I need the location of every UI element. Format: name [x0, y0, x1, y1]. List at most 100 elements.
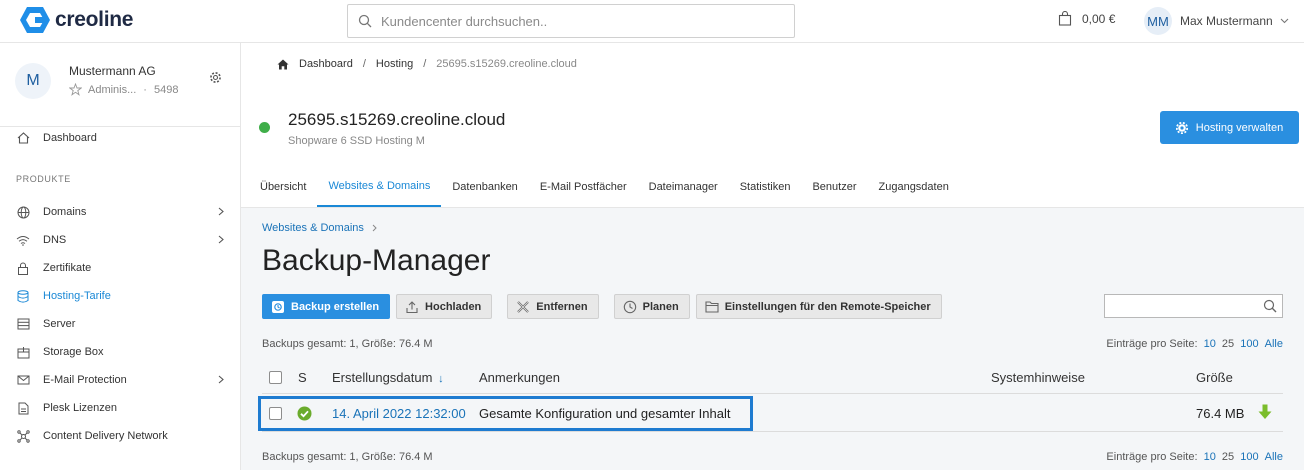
account-role: Adminis... — [88, 83, 137, 96]
cart[interactable]: 0,00 € — [1058, 11, 1115, 26]
network-icon — [16, 429, 30, 443]
per-page-25[interactable]: 25 — [1222, 338, 1234, 350]
breadcrumb-current: 25695.s15269.creoline.cloud — [436, 58, 577, 70]
remove-button[interactable]: Entfernen — [507, 294, 599, 319]
create-backup-button[interactable]: Backup erstellen — [262, 294, 391, 319]
chevron-right-icon — [218, 375, 224, 384]
per-page-10[interactable]: 10 — [1204, 338, 1216, 350]
per-page-25[interactable]: 25 — [1222, 451, 1234, 463]
column-status: S — [298, 370, 307, 385]
per-page-100[interactable]: 100 — [1240, 451, 1258, 463]
chevron-right-icon — [218, 207, 224, 216]
document-icon — [16, 401, 30, 415]
lock-icon — [16, 261, 30, 275]
global-search[interactable] — [347, 4, 795, 38]
breadcrumb-separator: / — [423, 58, 427, 70]
top-bar: creoline 0,00 € MM Max Mustermann — [0, 0, 1304, 43]
sidebar-item-label: E-Mail Protection — [43, 374, 127, 386]
backup-table-header: S Erstellungsdatum ↓ Anmerkungen Systemh… — [262, 364, 1283, 394]
manage-hosting-button[interactable]: Hosting verwalten — [1160, 111, 1299, 144]
account-avatar: M — [15, 63, 51, 99]
tab-file-manager[interactable]: Dateimanager — [638, 166, 729, 207]
row-checkbox[interactable] — [269, 407, 282, 420]
remove-label: Entfernen — [536, 300, 588, 313]
select-all-checkbox[interactable] — [269, 371, 282, 384]
column-creation-date-label: Erstellungsdatum — [332, 370, 433, 385]
per-page-selector-bottom: Einträge pro Seite: 10 25 100 Alle — [1106, 451, 1283, 463]
list-search-input[interactable] — [1109, 296, 1259, 316]
box-icon — [16, 345, 30, 359]
tab-credentials[interactable]: Zugangsdaten — [868, 166, 960, 207]
upload-button[interactable]: Hochladen — [396, 294, 493, 319]
cart-total: 0,00 € — [1082, 11, 1116, 26]
column-system-notes: Systemhinweise — [991, 370, 1085, 385]
home-icon[interactable] — [277, 59, 289, 70]
tab-email-mailboxes[interactable]: E-Mail Postfächer — [529, 166, 638, 207]
remote-storage-settings-button[interactable]: Einstellungen für den Remote-Speicher — [695, 294, 942, 319]
sidebar-item-storage-box[interactable]: Storage Box — [0, 338, 240, 366]
sidebar-item-cdn[interactable]: Content Delivery Network — [0, 422, 240, 450]
panel-breadcrumb: Websites & Domains — [262, 222, 377, 234]
per-page-10[interactable]: 10 — [1204, 451, 1216, 463]
creoline-logo-icon — [20, 7, 50, 33]
tab-websites-domains[interactable]: Websites & Domains — [317, 166, 442, 207]
gear-icon — [1175, 121, 1188, 134]
panel-breadcrumb-link[interactable]: Websites & Domains — [262, 222, 364, 234]
per-page-all[interactable]: Alle — [1265, 338, 1283, 350]
sidebar-item-server[interactable]: Server — [0, 310, 240, 338]
tab-users[interactable]: Benutzer — [801, 166, 867, 207]
chevron-down-icon — [1280, 18, 1289, 24]
sidebar-item-plesk-licenses[interactable]: Plesk Lizenzen — [0, 394, 240, 422]
search-input[interactable] — [381, 13, 761, 29]
gear-icon[interactable] — [209, 71, 222, 84]
backup-summary-top: Backups gesamt: 1, Größe: 76.4 M — [262, 338, 433, 350]
shopping-bag-icon — [1058, 11, 1072, 26]
clock-icon — [623, 300, 637, 314]
search-icon[interactable] — [1263, 299, 1277, 313]
creoline-logo[interactable]: creoline — [19, 6, 133, 34]
remote-storage-settings-label: Einstellungen für den Remote-Speicher — [724, 300, 931, 313]
chevron-right-icon — [218, 235, 224, 244]
user-name: Max Mustermann — [1180, 14, 1273, 28]
sidebar-item-label: Hosting-Tarife — [43, 290, 111, 302]
database-icon — [16, 289, 30, 303]
column-creation-date[interactable]: Erstellungsdatum ↓ — [332, 370, 444, 385]
user-menu[interactable]: MM Max Mustermann — [1144, 7, 1289, 35]
tab-overview[interactable]: Übersicht — [249, 166, 317, 207]
star-icon[interactable] — [69, 83, 82, 96]
schedule-button[interactable]: Planen — [613, 294, 690, 319]
sidebar-item-label: Storage Box — [43, 346, 104, 358]
sidebar-item-certificates[interactable]: Zertifikate — [0, 254, 240, 282]
check-circle-icon — [297, 406, 312, 421]
sidebar-item-label: Dashboard — [43, 132, 97, 144]
sidebar-item-label: DNS — [43, 234, 67, 246]
chevron-right-icon — [372, 224, 377, 232]
breadcrumb-hosting[interactable]: Hosting — [376, 58, 413, 70]
backup-toolbar: Backup erstellen Hochladen Entfernen Pla… — [262, 294, 948, 319]
download-icon[interactable] — [1258, 404, 1272, 420]
account-number: 5498 — [153, 83, 179, 96]
account-meta: Adminis... · 5498 — [69, 83, 178, 96]
backup-summary-bottom: Backups gesamt: 1, Größe: 76.4 M — [262, 451, 433, 463]
folder-icon — [705, 300, 719, 313]
list-search[interactable] — [1104, 294, 1283, 318]
backup-date-link[interactable]: 14. April 2022 12:32:00 — [332, 406, 466, 421]
sidebar-item-hosting-plans[interactable]: Hosting-Tarife — [0, 282, 240, 310]
per-page-all[interactable]: Alle — [1265, 451, 1283, 463]
sort-desc-icon: ↓ — [438, 373, 444, 385]
per-page-100[interactable]: 100 — [1240, 338, 1258, 350]
upload-icon — [405, 300, 419, 314]
sidebar-item-dashboard[interactable]: Dashboard — [0, 124, 240, 152]
tab-statistics[interactable]: Statistiken — [729, 166, 802, 207]
sidebar-item-email-protection[interactable]: E-Mail Protection — [0, 366, 240, 394]
tab-databases[interactable]: Datenbanken — [441, 166, 528, 207]
per-page-label: Einträge pro Seite: — [1106, 338, 1198, 350]
sidebar: M Mustermann AG Adminis... · 5498 Dashbo… — [0, 43, 241, 470]
per-page-selector-top: Einträge pro Seite: 10 25 100 Alle — [1106, 338, 1283, 350]
backup-size: 76.4 MB — [1196, 406, 1245, 421]
status-indicator — [259, 122, 270, 133]
breadcrumb-dashboard[interactable]: Dashboard — [299, 58, 353, 70]
sidebar-item-domains[interactable]: Domains — [0, 198, 240, 226]
column-notes: Anmerkungen — [479, 370, 560, 385]
sidebar-item-dns[interactable]: DNS — [0, 226, 240, 254]
